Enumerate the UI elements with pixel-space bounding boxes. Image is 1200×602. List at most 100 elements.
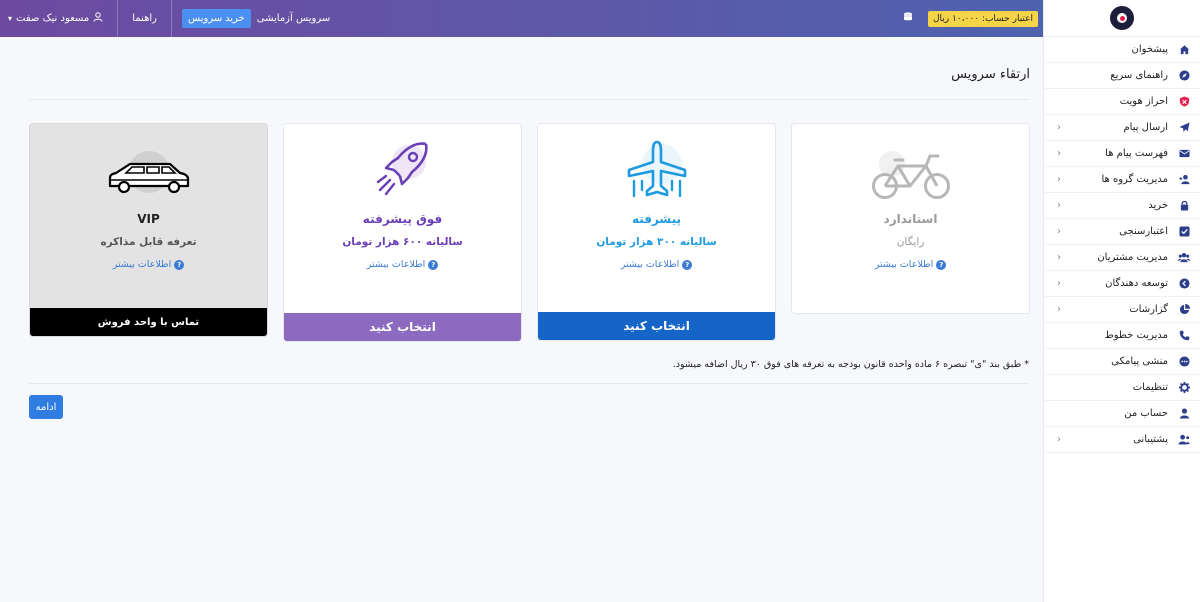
more-info-link[interactable]: ? اطلاعات بیشتر (367, 259, 439, 270)
more-info-link[interactable]: ? اطلاعات بیشتر (621, 259, 693, 270)
chevron-left-icon: ‹ (1057, 122, 1061, 133)
credit-badge[interactable]: اعتبار حساب: ۱۰،۰۰۰ ریال (927, 10, 1038, 27)
sidebar-item-label: پشتیبانی (1133, 434, 1168, 445)
sidebar-item-5[interactable]: مدیریت گروه ها ‹ (1044, 167, 1200, 193)
sidebar-item-label: خرید (1148, 200, 1168, 211)
sidebar-item-0[interactable]: پیشخوان (1044, 37, 1200, 63)
plan-name: استاندارد (883, 212, 938, 226)
user-icon (1178, 408, 1190, 420)
topbar: ▾ مسعود نیک صفت راهنما خرید سرویس سرویس … (0, 0, 1043, 37)
sidebar-item-label: پیشخوان (1131, 44, 1168, 55)
home-icon (1178, 44, 1190, 56)
chevron-left-icon: ‹ (1057, 252, 1061, 263)
check-square-icon (1178, 226, 1190, 238)
plan-card-standard: استاندارد رایگان ? اطلاعات بیشتر (791, 123, 1030, 314)
lock-icon (1178, 200, 1190, 212)
tax-note: * طبق بند "ی" تبصره ۶ ماده واحده قانون ب… (672, 359, 1029, 370)
question-icon: ? (936, 259, 947, 270)
chevron-left-icon: ‹ (1057, 226, 1061, 237)
sidebar-nav: پیشخوان راهنمای سریع احراز هویت ارسال پیام ‹… (1044, 37, 1200, 453)
plan-price: سالیانه ۳۰۰ هزار تومان (596, 236, 717, 248)
sidebar-item-14[interactable]: حساب من (1044, 401, 1200, 427)
sidebar-item-15[interactable]: پشتیبانی ‹ (1044, 427, 1200, 453)
sidebar-item-label: راهنمای سریع (1110, 70, 1168, 81)
topbar-left: ▾ مسعود نیک صفت راهنما خرید سرویس سرویس … (0, 0, 344, 37)
gear-icon (1178, 382, 1190, 394)
user-menu[interactable]: ▾ مسعود نیک صفت (0, 0, 119, 37)
paper-plane-icon (1178, 122, 1190, 134)
question-icon: ? (174, 259, 185, 270)
chevron-down-icon: ▾ (8, 14, 13, 23)
sidebar-item-9[interactable]: توسعه دهندگان ‹ (1044, 271, 1200, 297)
sidebar-item-label: تنظیمات (1132, 382, 1168, 393)
select-super-advanced-button[interactable]: انتخاب کنید (284, 313, 521, 341)
chevron-left-icon: ‹ (1057, 434, 1061, 445)
help-label: راهنما (132, 13, 157, 24)
sidebar-item-11[interactable]: مدیریت خطوط (1044, 323, 1200, 349)
user-icon (93, 12, 103, 25)
trial-service-area: خرید سرویس سرویس آزمایشی (172, 0, 344, 37)
more-info-link[interactable]: ? اطلاعات بیشتر (113, 259, 185, 270)
sidebar-item-7[interactable]: اعتبارسنجی ‹ (1044, 219, 1200, 245)
sidebar-item-10[interactable]: گزارشات ‹ (1044, 297, 1200, 323)
question-icon: ? (428, 259, 439, 270)
rocket-icon (284, 124, 521, 204)
chevron-left-icon: ‹ (1057, 148, 1061, 159)
chevron-left-icon: ‹ (1057, 174, 1061, 185)
sidebar-item-1[interactable]: راهنمای سریع (1044, 63, 1200, 89)
sidebar-item-8[interactable]: مدیریت مشتریان ‹ (1044, 245, 1200, 271)
sidebar-item-label: مدیریت گروه ها (1101, 174, 1168, 185)
sidebar-item-label: مدیریت مشتریان (1097, 252, 1168, 263)
more-info-label: اطلاعات بیشتر (112, 259, 172, 270)
plan-card-advanced: پیشرفته سالیانه ۳۰۰ هزار تومان ? اطلاعات … (537, 123, 776, 341)
main-content: ارتقاء سرویس استاندارد رایگان ? اطلاعات ب… (0, 37, 1043, 602)
select-advanced-button[interactable]: انتخاب کنید (538, 312, 775, 340)
sidebar: پیشخوان راهنمای سریع احراز هویت ارسال پیام ‹… (1043, 0, 1200, 602)
sidebar-item-label: منشی پیامکی (1111, 356, 1168, 367)
trial-service-label: سرویس آزمایشی (256, 13, 331, 24)
sidebar-item-6[interactable]: خرید ‹ (1044, 193, 1200, 219)
plan-card-super-advanced: فوق پیشرفته سالیانه ۶۰۰ هزار تومان ? اطلا… (283, 123, 522, 342)
coins-icon[interactable] (902, 11, 914, 26)
pie-chart-icon (1178, 304, 1190, 316)
question-icon: ? (682, 259, 693, 270)
sidebar-item-2[interactable]: احراز هویت (1044, 89, 1200, 115)
page-title: ارتقاء سرویس (951, 67, 1030, 82)
compass-icon (1178, 70, 1190, 82)
users-icon (1178, 252, 1190, 264)
sidebar-item-label: احراز هویت (1119, 96, 1168, 107)
sidebar-item-4[interactable]: فهرست پیام ها ‹ (1044, 141, 1200, 167)
sidebar-item-label: فهرست پیام ها (1105, 148, 1168, 159)
help-link[interactable]: راهنما (118, 0, 172, 37)
sidebar-item-label: مدیریت خطوط (1104, 330, 1169, 341)
plan-card-vip: VIP تعرفه قابل مذاکره ? اطلاعات بیشتر تما… (29, 123, 268, 337)
sidebar-item-label: حساب من (1124, 408, 1168, 419)
topbar-right: اعتبار حساب: ۱۰،۰۰۰ ریال (902, 0, 1038, 37)
continue-button[interactable]: ادامه (29, 395, 63, 419)
chevron-left-icon: ‹ (1057, 278, 1061, 289)
plan-name: فوق پیشرفته (362, 212, 443, 226)
bicycle-icon (792, 124, 1029, 204)
plan-price: رایگان (896, 236, 925, 248)
phone-icon (1178, 330, 1190, 342)
sidebar-item-12[interactable]: منشی پیامکی (1044, 349, 1200, 375)
comment-dots-icon (1178, 356, 1190, 368)
airplane-icon (538, 124, 775, 204)
shield-icon (1178, 96, 1190, 108)
contact-sales-button[interactable]: تماس با واحد فروش (30, 308, 267, 336)
more-info-link[interactable]: ? اطلاعات بیشتر (875, 259, 947, 270)
divider (29, 383, 1029, 384)
user-headset-icon (1178, 434, 1190, 446)
logo[interactable] (1110, 6, 1134, 30)
sidebar-item-3[interactable]: ارسال پیام ‹ (1044, 115, 1200, 141)
plan-name: پیشرفته (631, 212, 682, 226)
sidebar-item-label: ارسال پیام (1123, 122, 1168, 133)
sidebar-item-label: اعتبارسنجی (1119, 226, 1168, 237)
envelope-icon (1178, 148, 1190, 160)
limousine-icon (30, 124, 267, 204)
buy-service-button[interactable]: خرید سرویس (181, 9, 251, 28)
code-icon (1178, 278, 1190, 290)
sidebar-item-13[interactable]: تنظیمات (1044, 375, 1200, 401)
sidebar-item-label: توسعه دهندگان (1105, 278, 1168, 289)
divider (29, 99, 1029, 100)
